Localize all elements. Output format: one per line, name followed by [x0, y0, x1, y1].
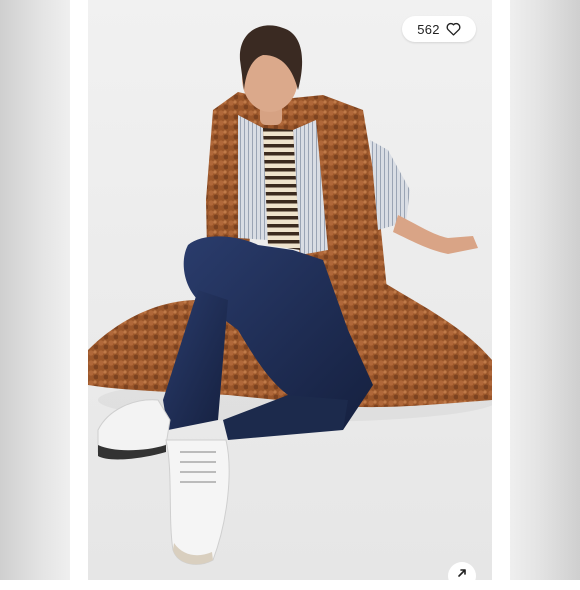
likes-button[interactable]: 562 [402, 16, 476, 42]
expand-image-button[interactable] [448, 562, 476, 590]
photo-illustration [88, 0, 492, 580]
expand-arrow-icon [456, 566, 468, 578]
right-frame-panel [510, 0, 580, 580]
left-frame-panel [0, 0, 70, 580]
likes-count: 562 [417, 21, 440, 37]
heart-outline-icon [446, 22, 461, 36]
listing-photo[interactable] [88, 0, 492, 580]
